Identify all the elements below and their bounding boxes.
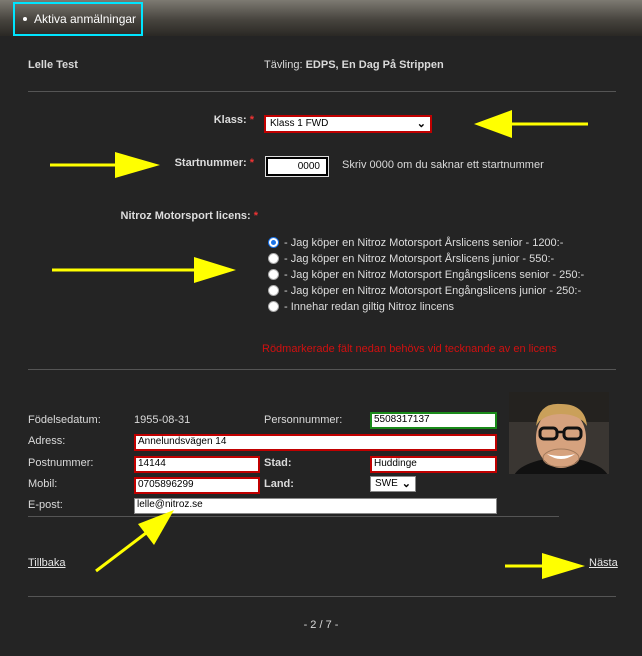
arrow-left-icon: [474, 110, 588, 138]
arrow-right-icon: [52, 257, 236, 283]
page: Aktiva anmälningar Lelle Test Tävling: E…: [0, 0, 642, 656]
arrow-right-icon: [505, 553, 585, 579]
arrow-up-right-icon: [95, 510, 174, 573]
arrow-right-icon: [50, 152, 160, 178]
annotation-arrows: [50, 110, 588, 579]
